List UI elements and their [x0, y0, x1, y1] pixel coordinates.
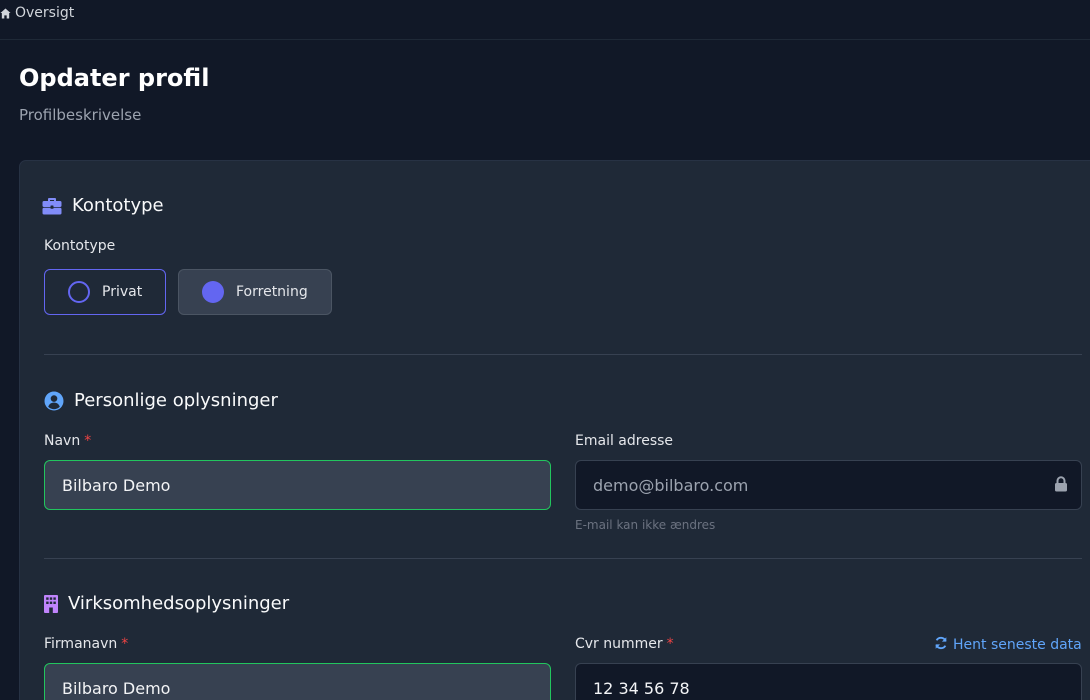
lock-icon — [1054, 476, 1068, 492]
briefcase-icon — [42, 197, 62, 215]
cvr-input[interactable] — [575, 663, 1082, 700]
required-marker: * — [666, 636, 674, 652]
section-divider — [44, 354, 1082, 355]
email-input — [575, 460, 1082, 510]
radio-checked-icon — [202, 281, 224, 303]
user-circle-icon — [44, 391, 64, 411]
cvr-label: Cvr nummer * — [575, 636, 674, 652]
account-type-heading: Kontotype — [72, 195, 164, 216]
page-title: Opdater profil — [19, 64, 210, 92]
account-type-section-title: Kontotype — [42, 195, 164, 216]
personal-heading: Personlige oplysninger — [74, 390, 278, 411]
profile-form-card: Kontotype Kontotype Privat Forretning Pe… — [19, 160, 1090, 700]
home-icon — [0, 7, 11, 19]
breadcrumb-overview[interactable]: Oversigt — [15, 5, 74, 21]
cvr-label-text: Cvr nummer — [575, 636, 663, 652]
account-type-label: Kontotype — [44, 238, 116, 254]
building-icon — [44, 594, 58, 613]
breadcrumb[interactable]: Oversigt — [0, 4, 74, 22]
business-section-title: Virksomhedsoplysninger — [44, 593, 289, 614]
radio-unchecked-icon — [68, 281, 90, 303]
name-label: Navn * — [44, 433, 91, 449]
radio-privat[interactable]: Privat — [44, 269, 166, 315]
company-label: Firmanavn * — [44, 636, 128, 652]
required-marker: * — [84, 433, 92, 449]
personal-section-title: Personlige oplysninger — [44, 390, 278, 411]
top-bar: Oversigt — [0, 0, 1090, 40]
company-input[interactable] — [44, 663, 551, 700]
fetch-latest-data-link[interactable]: Hent seneste data — [934, 636, 1082, 654]
required-marker: * — [121, 636, 129, 652]
radio-forretning-label: Forretning — [236, 284, 308, 300]
business-heading: Virksomhedsoplysninger — [68, 593, 290, 614]
email-helper-text: E-mail kan ikke ændres — [575, 518, 716, 532]
section-divider — [44, 558, 1082, 559]
email-label: Email adresse — [575, 433, 674, 449]
page-subtitle: Profilbeskrivelse — [19, 106, 142, 124]
refresh-icon — [934, 636, 948, 654]
company-label-text: Firmanavn — [44, 636, 118, 652]
radio-privat-label: Privat — [102, 284, 143, 300]
name-label-text: Navn — [44, 433, 81, 449]
radio-forretning[interactable]: Forretning — [178, 269, 332, 315]
name-input[interactable] — [44, 460, 551, 510]
fetch-latest-data-label[interactable]: Hent seneste data — [953, 637, 1082, 653]
